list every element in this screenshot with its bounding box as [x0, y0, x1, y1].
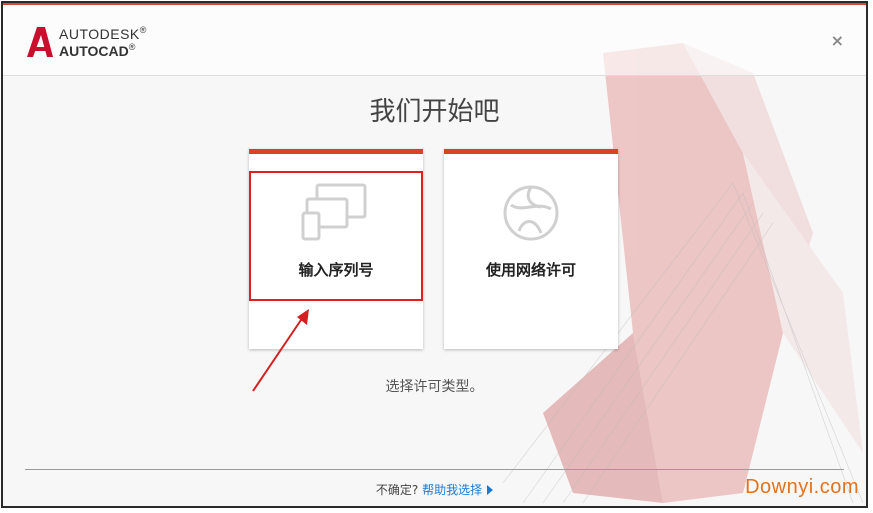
use-network-license-label: 使用网络许可 [485, 261, 576, 279]
license-type-hint: 选择许可类型。 [385, 379, 484, 395]
enter-serial-number-label: 输入序列号 [298, 261, 374, 279]
footer-question: 不确定? [375, 483, 419, 497]
use-network-license-card[interactable]: 使用网络许可 [444, 149, 618, 349]
page-title: 我们开始吧 [369, 97, 500, 127]
brand-autocad: AUTOCAD® [59, 42, 136, 59]
play-arrow-icon[interactable] [487, 485, 494, 495]
globe-icon [503, 185, 559, 241]
close-icon[interactable]: × [831, 31, 844, 50]
dialog-window: AUTODESK® AUTOCAD® × 我们开始吧 输入序列号 使用网络许可 … [1, 1, 868, 508]
header-bar: AUTODESK® AUTOCAD® × [3, 5, 866, 76]
footer: 不确定? 帮助我选择 [3, 481, 866, 498]
autocad-a-logo-icon [27, 27, 53, 57]
watermark-text: Downyi.com [745, 476, 859, 498]
card-accent-bar [249, 149, 423, 154]
card-accent-bar [444, 149, 618, 154]
help-me-choose-link[interactable]: 帮助我选择 [422, 483, 482, 497]
brand-autodesk: AUTODESK® [59, 25, 147, 42]
footer-divider [25, 469, 844, 470]
devices-icon [301, 183, 367, 241]
